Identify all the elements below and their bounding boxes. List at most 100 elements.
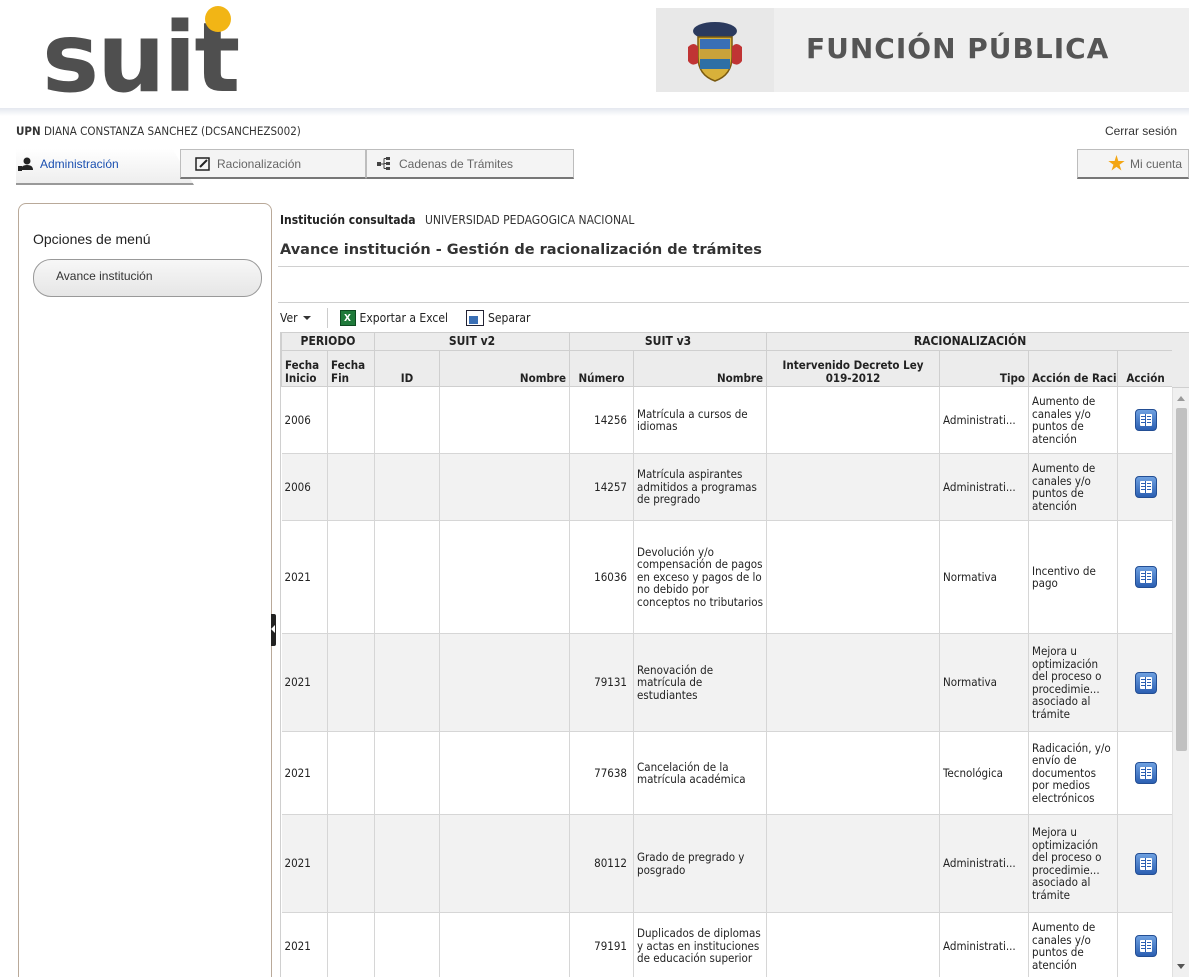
col-accion[interactable]: Acción <box>1117 350 1172 387</box>
cell-accion-racionalizacion: Mejora u optimización del proceso o proc… <box>1028 633 1119 732</box>
detail-form-icon[interactable] <box>1134 566 1157 588</box>
detail-form-icon[interactable] <box>1134 476 1157 498</box>
cell-fecha-fin <box>327 912 375 977</box>
cell-numero: 77638 <box>569 731 635 815</box>
detail-form-icon[interactable] <box>1134 935 1157 957</box>
cell-nombre-v3: Matrícula aspirantes admitidos a program… <box>633 453 768 521</box>
cell-tipo: Administrati... <box>939 453 1030 521</box>
cell-fecha-fin <box>327 520 375 634</box>
detail-form-icon[interactable] <box>1134 671 1157 694</box>
cell-fecha-fin <box>327 386 375 454</box>
suit-logo-text: suit <box>42 2 240 114</box>
cell-intervenido <box>766 912 941 977</box>
col-id[interactable]: ID <box>374 350 440 387</box>
sidebar-item-avance-institucion[interactable]: Avance institución <box>33 259 262 297</box>
cell-intervenido <box>766 386 941 454</box>
cell-fecha-fin <box>327 814 375 913</box>
group-periodo: PERIODO <box>281 332 375 351</box>
col-intervenido[interactable]: Intervenido Decreto Ley 019-2012 <box>766 350 941 387</box>
cell-nombre-v3: Devolución y/o compensación de pagos en … <box>633 520 768 634</box>
cell-tipo: Normativa <box>939 633 1030 732</box>
cell-accion <box>1117 386 1172 454</box>
cell-fecha-inicio: 2021 <box>281 520 328 634</box>
cell-nombre-v2 <box>439 453 571 521</box>
cell-intervenido <box>766 453 941 521</box>
scroll-down-icon[interactable] <box>1177 964 1185 969</box>
view-menu-button[interactable]: Ver <box>280 311 311 325</box>
col-nombre-v2[interactable]: Nombre <box>438 350 571 387</box>
cell-id <box>374 912 440 977</box>
page-header: suit FUNCIÓN PÚBLICA <box>0 0 1189 108</box>
cell-nombre-v3: Renovación de matrícula de estudiantes <box>633 633 768 732</box>
col-fecha-inicio[interactable]: Fecha Inicio <box>281 350 328 387</box>
scrollbar-thumb[interactable] <box>1176 408 1187 751</box>
user-name: DIANA CONSTANZA SANCHEZ (DCSANCHEZS002) <box>43 124 301 138</box>
col-tipo[interactable]: Tipo <box>939 350 1030 387</box>
export-excel-label: Exportar a Excel <box>359 311 448 325</box>
split-button[interactable]: Separar <box>465 310 531 326</box>
cell-nombre-v2 <box>439 633 571 732</box>
cell-numero: 14256 <box>569 386 635 454</box>
grid-toolbar: Ver X Exportar a Excel Separar <box>280 306 548 330</box>
title-divider <box>278 266 1189 267</box>
cell-tipo: Administrati... <box>939 386 1030 454</box>
cell-tipo: Administrati... <box>939 814 1030 913</box>
user-info: UPN DIANA CONSTANZA SANCHEZ (DCSANCHEZS0… <box>16 124 301 138</box>
col-accion-racionalizacion[interactable]: Acción de Racionalizac <box>1028 350 1119 387</box>
logout-link[interactable]: Cerrar sesión <box>1105 124 1177 138</box>
table-row: 2021 77638 Cancelación de la matrícula a… <box>281 731 1172 815</box>
table-row: 2021 16036 Devolución y/o compensación d… <box>281 520 1172 634</box>
table-row: 2021 79191 Duplicados de diplomas y acta… <box>281 912 1172 977</box>
sidebar: Opciones de menú Avance institución <box>18 203 272 977</box>
page-title: Avance institución - Gestión de racional… <box>280 242 762 258</box>
export-excel-button[interactable]: X Exportar a Excel <box>339 310 448 326</box>
col-fecha-fin[interactable]: Fecha Fin <box>327 350 375 387</box>
cell-accion-racionalizacion: Aumento de canales y/o puntos de atenció… <box>1028 453 1119 521</box>
tab-mi-cuenta[interactable]: Mi cuenta <box>1077 149 1189 179</box>
scroll-up-icon[interactable] <box>1177 396 1185 401</box>
cell-accion <box>1117 731 1172 815</box>
col-numero[interactable]: Número <box>569 350 635 387</box>
detail-form-icon[interactable] <box>1134 409 1157 431</box>
detail-form-icon[interactable] <box>1134 852 1157 875</box>
cell-id <box>374 731 440 815</box>
tab-mi-cuenta-label: Mi cuenta <box>1129 156 1182 171</box>
edit-icon <box>195 156 210 171</box>
cell-nombre-v3: Grado de pregrado y posgrado <box>633 814 768 913</box>
split-label: Separar <box>487 311 531 325</box>
cell-accion <box>1117 633 1172 732</box>
col-nombre-v3[interactable]: Nombre <box>633 350 768 387</box>
cell-id <box>374 386 440 454</box>
tab-administracion[interactable]: Administración <box>16 149 176 179</box>
table-row: 2021 79131 Renovación de matrícula de es… <box>281 633 1172 732</box>
tab-racionalizacion[interactable]: Racionalización <box>180 149 366 179</box>
grid-header-corner <box>1172 332 1189 388</box>
user-admin-icon <box>18 157 33 171</box>
cell-nombre-v2 <box>439 520 571 634</box>
tab-administracion-label: Administración <box>40 157 119 171</box>
cell-tipo: Normativa <box>939 520 1030 634</box>
cell-intervenido <box>766 731 941 815</box>
cell-fecha-fin <box>327 453 375 521</box>
grid-vertical-scrollbar[interactable] <box>1172 388 1189 977</box>
cell-nombre-v2 <box>439 386 571 454</box>
cell-intervenido <box>766 814 941 913</box>
table-row: 2006 14256 Matrícula a cursos de idiomas… <box>281 386 1172 454</box>
table-row: 2006 14257 Matrícula aspirantes admitido… <box>281 453 1172 521</box>
suit-logo-dot <box>205 6 231 32</box>
detail-form-icon[interactable] <box>1134 762 1157 784</box>
sidebar-collapse-handle[interactable] <box>271 614 276 646</box>
cell-tipo: Tecnológica <box>939 731 1030 815</box>
suit-logo: suit <box>42 2 240 114</box>
cell-nombre-v2 <box>439 731 571 815</box>
group-suit-v2: SUIT v2 <box>373 332 571 351</box>
cell-fecha-inicio: 2021 <box>281 912 328 977</box>
cell-numero: 16036 <box>569 520 635 634</box>
tab-cadenas-label: Cadenas de Trámites <box>399 156 514 171</box>
cell-id <box>374 633 440 732</box>
cell-intervenido <box>766 633 941 732</box>
tab-cadenas[interactable]: Cadenas de Trámites <box>366 149 574 179</box>
toolbar-divider <box>278 302 1189 303</box>
cell-fecha-inicio: 2021 <box>281 731 328 815</box>
cell-nombre-v2 <box>439 912 571 977</box>
